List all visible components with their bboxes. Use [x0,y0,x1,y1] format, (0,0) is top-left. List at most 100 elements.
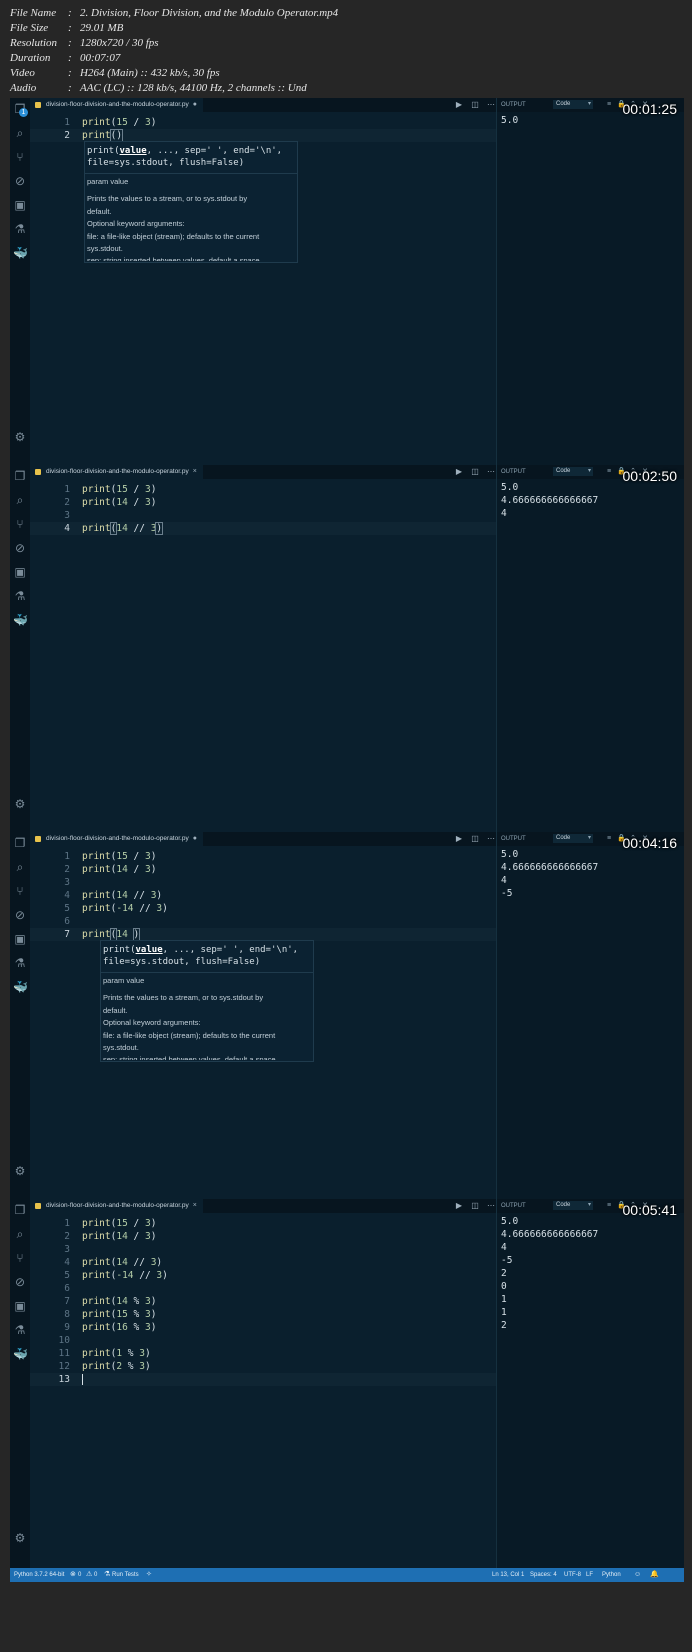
debug-icon[interactable]: ⊘ [13,541,27,555]
code-text[interactable]: print(14 / 3) [82,496,156,509]
run-icon[interactable]: ▶ [454,100,464,110]
search-icon[interactable]: ⌕ [13,860,27,874]
code-text[interactable]: print(14 // 3) [82,889,162,902]
editor-tab[interactable]: division-floor-division-and-the-modulo-o… [30,98,203,112]
code-line[interactable]: 6 [30,1282,516,1295]
code-text[interactable]: print(14 % 3) [82,1295,156,1308]
clear-output-icon[interactable]: ≡ [605,468,613,476]
more-icon[interactable]: ⋯ [486,1201,496,1211]
close-icon[interactable]: × [193,468,197,475]
files-icon[interactable]: ❐ [13,469,27,483]
output-channel-select[interactable]: Code ▾ [553,467,593,476]
more-icon[interactable]: ⋯ [486,100,496,110]
split-editor-icon[interactable]: ◫ [470,100,480,110]
run-icon[interactable]: ▶ [454,834,464,844]
status-warnings-count[interactable]: 0 [94,1568,97,1582]
test-flask-icon[interactable]: ⚗ [13,1323,27,1337]
editor-tab[interactable]: division-floor-division-and-the-modulo-o… [30,832,203,846]
editor-tab[interactable]: division-floor-division-and-the-modulo-o… [30,1199,203,1213]
code-line[interactable]: 1 print(15 / 3) [30,483,516,496]
docker-icon[interactable]: 🐳 [13,246,28,260]
extensions-icon[interactable]: ▣ [13,932,27,946]
split-editor-icon[interactable]: ◫ [470,467,480,477]
test-flask-icon[interactable]: ⚗ [13,956,27,970]
code-text[interactable]: print(15 / 3) [82,483,156,496]
extensions-icon[interactable]: ▣ [13,565,27,579]
code-editor[interactable]: 1 print(15 / 3) 2 print(14 / 3) 3 4 print(14 /… [30,479,516,834]
code-line[interactable]: 1 print(15 / 3) [30,1217,516,1230]
code-text[interactable]: print(14 / 3) [82,1230,156,1243]
debug-icon[interactable]: ⊘ [13,174,27,188]
code-text[interactable]: print(15 / 3) [82,1217,156,1230]
bell-icon[interactable]: 🔔 [650,1568,659,1582]
output-panel-title[interactable]: OUTPUT [501,832,526,846]
debug-icon[interactable]: ⊘ [13,1275,27,1289]
code-text[interactable]: print(14 // 3) [82,1256,162,1269]
code-text[interactable]: print(2 % 3) [82,1360,151,1373]
status-errors-count[interactable]: 0 [78,1568,81,1582]
search-icon[interactable]: ⌕ [13,1227,27,1241]
search-icon[interactable]: ⌕ [13,126,27,140]
code-text[interactable]: print(15 / 3) [82,850,156,863]
docker-icon[interactable]: 🐳 [13,980,28,994]
status-eol[interactable]: LF [586,1568,593,1582]
source-control-icon[interactable]: ⑂ [13,884,27,898]
more-icon[interactable]: ⋯ [486,834,496,844]
code-line[interactable]: 3 [30,1243,516,1256]
editor-tab[interactable]: division-floor-division-and-the-modulo-o… [30,465,203,479]
code-text[interactable]: print(16 % 3) [82,1321,156,1334]
code-line[interactable]: 10 [30,1334,516,1347]
code-text[interactable]: print(-14 // 3) [82,902,168,915]
search-icon[interactable]: ⌕ [13,493,27,507]
source-control-icon[interactable]: ⑂ [13,1251,27,1265]
run-icon[interactable]: ▶ [454,1201,464,1211]
code-editor[interactable]: 1 print(15 / 3) 2 print(14 / 3) 3 4 print(14 /… [30,1213,516,1568]
code-text[interactable]: print(15 / 3) [82,116,156,129]
warning-icon[interactable]: ⚠ [86,1568,92,1582]
code-line[interactable]: 8 print(15 % 3) [30,1308,516,1321]
source-control-icon[interactable]: ⑂ [13,517,27,531]
status-encoding[interactable]: UTF-8 [564,1568,581,1582]
gear-icon[interactable]: ⚙ [13,797,27,811]
code-line[interactable]: 2 print(14 / 3) [30,496,516,509]
code-line[interactable]: 9 print(16 % 3) [30,1321,516,1334]
code-line[interactable]: 2 print(14 / 3) [30,1230,516,1243]
code-text[interactable]: print(1 % 3) [82,1347,151,1360]
docker-icon[interactable]: 🐳 [13,613,28,627]
code-text[interactable] [82,1373,83,1386]
extensions-icon[interactable]: ▣ [13,1299,27,1313]
code-line[interactable]: 6 [30,915,516,928]
unsaved-dot-icon[interactable]: ● [193,101,197,108]
code-line[interactable]: 2 print(14 / 3) [30,863,516,876]
output-panel-title[interactable]: OUTPUT [501,98,526,112]
output-panel-title[interactable]: OUTPUT [501,1199,526,1213]
error-icon[interactable]: ⊗ [70,1568,76,1582]
output-channel-select[interactable]: Code ▾ [553,100,593,109]
code-line[interactable]: 4 print(14 // 3) [30,522,516,535]
close-icon[interactable]: × [193,1202,197,1209]
status-language[interactable]: Python [602,1568,621,1582]
code-text[interactable]: print(-14 // 3) [82,1269,168,1282]
more-icon[interactable]: ⋯ [486,467,496,477]
code-line[interactable]: 13 [30,1373,516,1386]
code-line[interactable]: 5 print(-14 // 3) [30,902,516,915]
run-icon[interactable]: ▶ [454,467,464,477]
code-text[interactable]: print(14 // 3) [82,522,164,535]
code-line[interactable]: 3 [30,509,516,522]
status-cursor-position[interactable]: Ln 13, Col 1 [492,1568,524,1582]
clear-output-icon[interactable]: ≡ [605,101,613,109]
code-line[interactable]: 1 print(15 / 3) [30,116,516,129]
split-editor-icon[interactable]: ◫ [470,1201,480,1211]
source-control-icon[interactable]: ⑂ [13,150,27,164]
code-line[interactable]: 12 print(2 % 3) [30,1360,516,1373]
status-interpreter[interactable]: Python 3.7.2 64-bit [14,1568,64,1582]
clear-output-icon[interactable]: ≡ [605,1202,613,1210]
gear-icon[interactable]: ⚙ [13,430,27,444]
gear-icon[interactable]: ⚙ [13,1531,27,1545]
code-line[interactable]: 3 [30,876,516,889]
unsaved-dot-icon[interactable]: ● [193,835,197,842]
code-line[interactable]: 5 print(-14 // 3) [30,1269,516,1282]
debug-icon[interactable]: ⊘ [13,908,27,922]
beaker-icon[interactable]: ⚗ [104,1568,110,1582]
code-line[interactable]: 4 print(14 // 3) [30,1256,516,1269]
